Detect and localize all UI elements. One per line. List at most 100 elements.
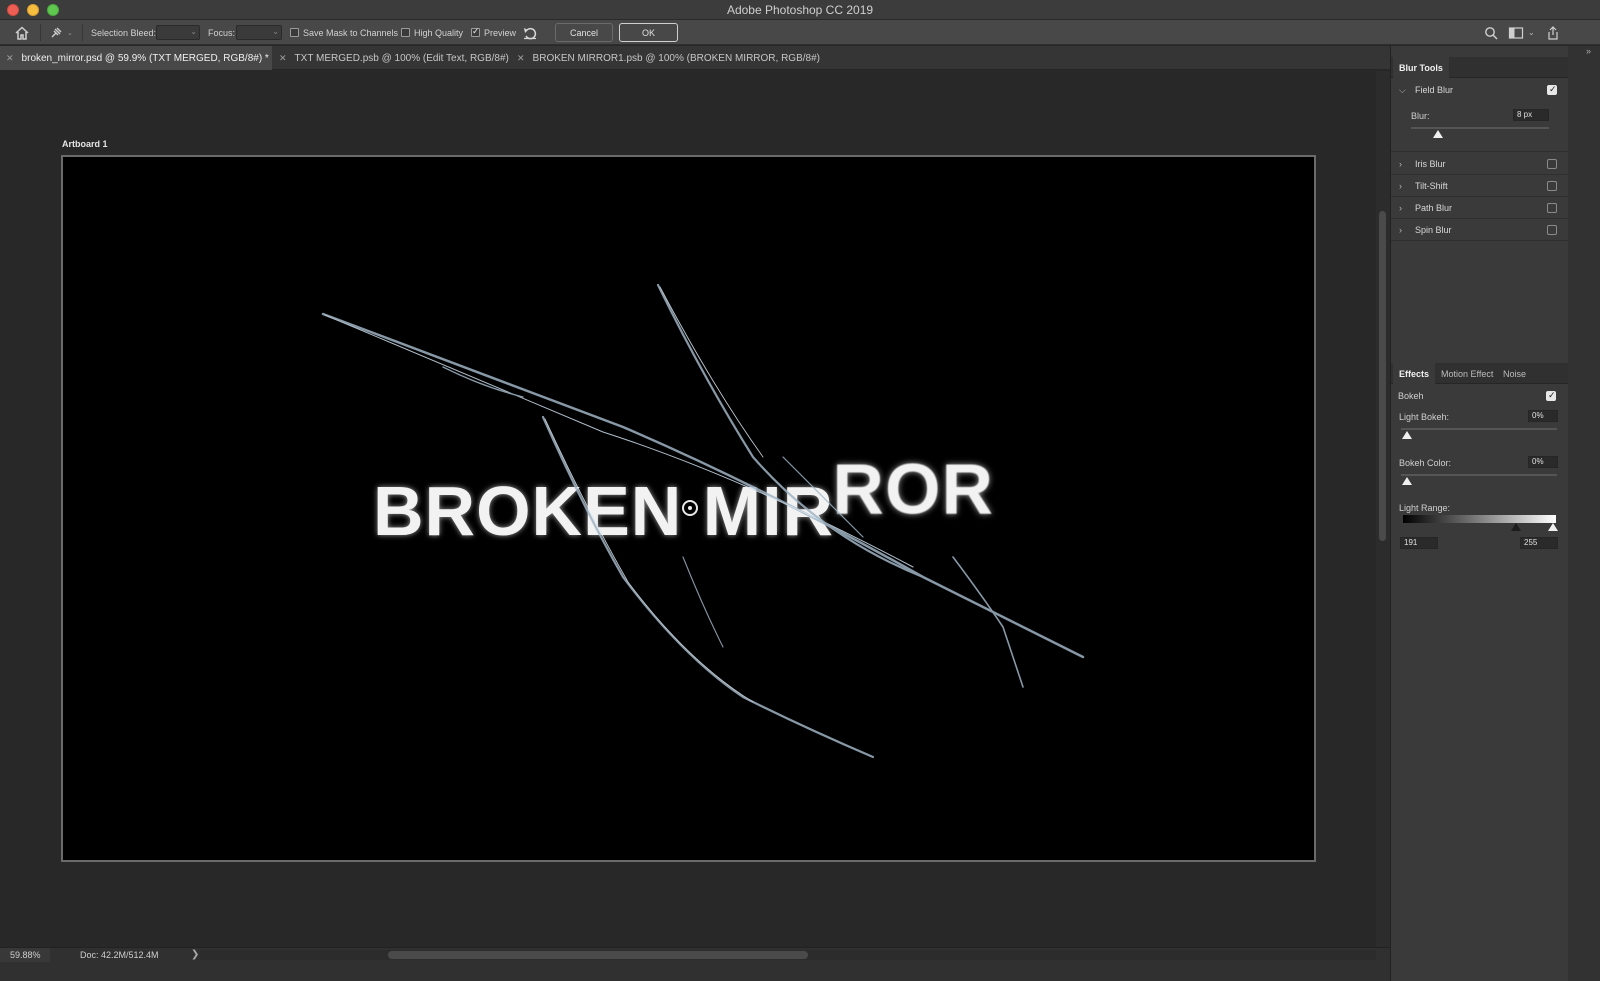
- chevron-right-icon: ›: [1399, 224, 1402, 235]
- document-tab-label: BROKEN MIRROR1.psb @ 100% (BROKEN MIRROR…: [532, 52, 820, 64]
- share-button[interactable]: [1546, 20, 1560, 45]
- home-button[interactable]: [14, 20, 30, 45]
- tab-blur-tools[interactable]: Blur Tools: [1393, 57, 1449, 78]
- bokeh-label: Bokeh: [1398, 391, 1424, 401]
- field-blur-header[interactable]: ⌵ Field Blur: [1391, 79, 1569, 101]
- light-bokeh-slider[interactable]: [1401, 428, 1557, 430]
- tab-motion-effect[interactable]: Motion Effect: [1435, 363, 1499, 384]
- light-range-high-knob[interactable]: [1548, 523, 1558, 531]
- horizontal-scrollbar[interactable]: [200, 950, 1376, 960]
- pin-tool-icon: [51, 27, 62, 37]
- horizontal-scrollbar-thumb[interactable]: [388, 951, 808, 959]
- save-mask-checkbox[interactable]: Save Mask to Channels: [290, 20, 398, 45]
- light-range-low-field[interactable]: 191: [1400, 537, 1438, 549]
- light-range-gradient[interactable]: [1403, 515, 1556, 523]
- bokeh-checkbox[interactable]: [1546, 390, 1556, 401]
- effects-tabs: Effects Motion Effect Noise: [1391, 363, 1569, 384]
- iris-blur-checkbox[interactable]: [1547, 159, 1557, 169]
- selection-bleed-label: Selection Bleed:: [91, 27, 157, 38]
- tilt-shift-row[interactable]: › Tilt-Shift: [1391, 175, 1569, 197]
- tilt-shift-checkbox[interactable]: [1547, 181, 1557, 191]
- document-tab[interactable]: ✕ TXT MERGED.psb @ 100% (Edit Text, RGB/…: [273, 46, 511, 70]
- chevron-right-icon: ›: [1399, 180, 1402, 191]
- tab-effects[interactable]: Effects: [1393, 363, 1436, 384]
- vertical-scrollbar[interactable]: [1376, 71, 1390, 947]
- bokeh-color-slider-knob[interactable]: [1402, 477, 1412, 485]
- preview-box[interactable]: [471, 26, 480, 37]
- document-tab-label: TXT MERGED.psb @ 100% (Edit Text, RGB/8#…: [294, 52, 509, 64]
- preview-label: Preview: [484, 27, 517, 38]
- window-title: Adobe Photoshop CC 2019: [726, 3, 874, 17]
- blur-tools-tabs: Blur Tools: [1391, 57, 1569, 78]
- spin-blur-checkbox[interactable]: [1547, 225, 1557, 235]
- spin-blur-label: Spin Blur: [1415, 224, 1452, 235]
- save-mask-box[interactable]: [290, 28, 299, 37]
- path-blur-label: Path Blur: [1415, 202, 1453, 213]
- workspace-icon: [1508, 26, 1524, 39]
- document-canvas[interactable]: Artboard 1 BROKEN MIRROR: [0, 71, 1376, 947]
- document-tab-bar: ✕ broken_mirror.psd @ 59.9% (TXT MERGED,…: [0, 46, 1390, 70]
- light-range-label: Light Range:: [1399, 503, 1451, 513]
- light-range-high-field[interactable]: 255: [1520, 537, 1558, 549]
- document-size: Doc: 42.2M/512.4M: [80, 950, 159, 960]
- chevron-down-icon: ⌄: [1528, 28, 1535, 37]
- vertical-scrollbar-thumb[interactable]: [1379, 211, 1386, 541]
- title-bar: Adobe Photoshop CC 2019: [0, 0, 1600, 20]
- document-tab[interactable]: ✕ BROKEN MIRROR1.psb @ 100% (BROKEN MIRR…: [511, 46, 820, 70]
- close-tab-icon[interactable]: ✕: [279, 53, 287, 64]
- reset-button[interactable]: [522, 20, 538, 45]
- high-quality-label: High Quality: [414, 27, 464, 38]
- photoshop-window: Adobe Photoshop CC 2019 ⌄ Selection Blee…: [0, 0, 1600, 981]
- workspace-switcher[interactable]: ⌄: [1508, 20, 1535, 45]
- status-menu-arrow[interactable]: ❯: [191, 949, 199, 960]
- field-blur-label: Field Blur: [1415, 85, 1454, 95]
- collapse-panels-icon[interactable]: »: [1586, 46, 1591, 56]
- high-quality-checkbox[interactable]: High Quality: [401, 20, 463, 45]
- ok-button[interactable]: OK: [619, 23, 678, 42]
- chevron-right-icon: ›: [1399, 158, 1402, 169]
- bokeh-color-slider[interactable]: [1401, 474, 1557, 476]
- light-bokeh-field[interactable]: 0%: [1528, 410, 1558, 422]
- path-blur-checkbox[interactable]: [1547, 203, 1557, 213]
- close-tab-icon[interactable]: ✕: [6, 53, 14, 64]
- preview-checkbox[interactable]: Preview: [471, 20, 516, 45]
- spin-blur-row[interactable]: › Spin Blur: [1391, 219, 1569, 241]
- close-tab-icon[interactable]: ✕: [517, 53, 525, 64]
- blur-gallery-panel: Blur Tools ⌵ Field Blur Blur: 8 px › Iri…: [1390, 46, 1569, 981]
- options-bar: ⌄ Selection Bleed: ⌄ Focus: ⌄ Save Mask …: [0, 20, 1600, 45]
- light-range-low-knob[interactable]: [1511, 523, 1521, 531]
- home-icon: [15, 25, 29, 40]
- selection-bleed-field[interactable]: ⌄: [156, 25, 200, 40]
- blur-amount-label: Blur:: [1411, 111, 1430, 121]
- panel-dock-strip: »: [1568, 46, 1600, 981]
- document-tab[interactable]: ✕ broken_mirror.psd @ 59.9% (TXT MERGED,…: [0, 46, 272, 70]
- blur-pin-handle[interactable]: [682, 500, 698, 516]
- focus-field[interactable]: ⌄: [236, 25, 282, 40]
- save-mask-label: Save Mask to Channels: [303, 27, 399, 38]
- blur-amount-slider[interactable]: [1411, 127, 1549, 129]
- bokeh-color-field[interactable]: 0%: [1528, 456, 1558, 468]
- status-bar: 59.88% Doc: 42.2M/512.4M ❯: [0, 947, 1390, 981]
- artboard-label: Artboard 1: [62, 139, 108, 149]
- light-bokeh-slider-knob[interactable]: [1402, 431, 1412, 439]
- chevron-right-icon: ›: [1399, 202, 1402, 213]
- tilt-shift-label: Tilt-Shift: [1415, 180, 1448, 191]
- bokeh-color-label: Bokeh Color:: [1399, 458, 1452, 468]
- iris-blur-row[interactable]: › Iris Blur: [1391, 153, 1569, 175]
- chevron-down-icon: ⌵: [1399, 84, 1406, 95]
- search-button[interactable]: [1484, 20, 1498, 45]
- reset-icon: [524, 27, 537, 39]
- focus-label: Focus:: [208, 27, 236, 38]
- zoom-level[interactable]: 59.88%: [0, 948, 50, 962]
- field-blur-checkbox[interactable]: [1547, 84, 1557, 95]
- artboard[interactable]: BROKEN MIRROR: [61, 155, 1316, 862]
- high-quality-box[interactable]: [401, 28, 410, 37]
- blur-amount-field[interactable]: 8 px: [1513, 109, 1549, 121]
- blur-amount-slider-knob[interactable]: [1433, 130, 1443, 138]
- share-icon: [1548, 25, 1558, 40]
- tab-noise[interactable]: Noise: [1497, 363, 1532, 384]
- light-bokeh-label: Light Bokeh:: [1399, 412, 1450, 422]
- tool-preset-picker[interactable]: ⌄: [49, 20, 73, 45]
- cancel-button[interactable]: Cancel: [555, 23, 613, 42]
- path-blur-row[interactable]: › Path Blur: [1391, 197, 1569, 219]
